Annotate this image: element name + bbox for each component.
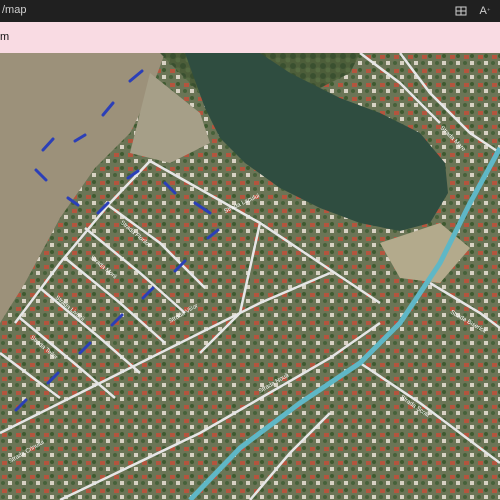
map-canvas[interactable]: Strada Lacului Strada Florilor Strada Mo… (0, 53, 500, 500)
satellite-map[interactable]: Strada Lacului Strada Florilor Strada Mo… (0, 53, 500, 500)
text-size-icon[interactable]: A ⁺ (476, 2, 494, 20)
text-size-label: A (479, 5, 487, 17)
notification-banner: m (0, 22, 500, 53)
window-titlebar: /map A ⁺ (0, 0, 500, 22)
layout-icon[interactable] (452, 2, 470, 20)
banner-text: m (0, 31, 10, 43)
window-title: /map (2, 4, 27, 16)
